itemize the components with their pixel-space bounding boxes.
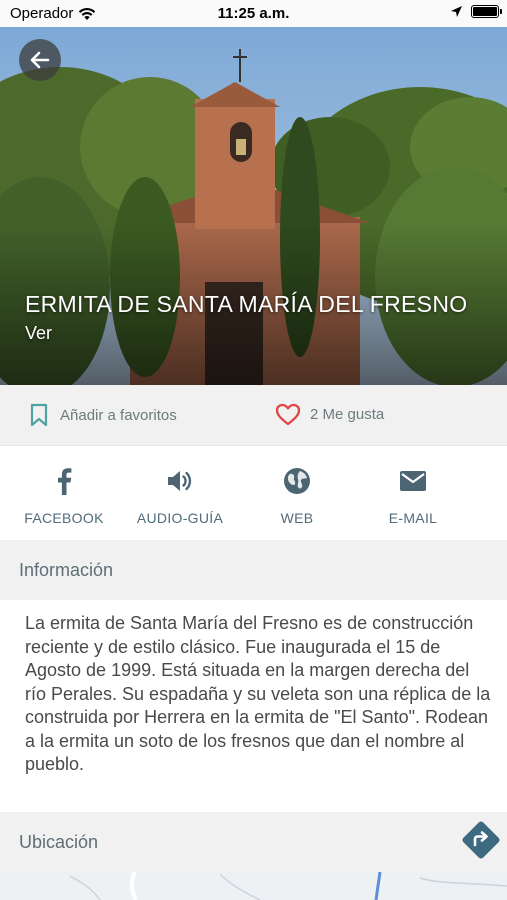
heart-icon <box>275 403 301 426</box>
web-label: WEB <box>280 510 314 526</box>
share-facebook-button[interactable]: FACEBOOK <box>6 466 122 526</box>
globe-icon <box>284 468 310 494</box>
info-section-title: Información <box>19 559 114 580</box>
add-favorite-label: Añadir a favoritos <box>60 406 177 424</box>
like-button[interactable]: 2 Me gusta <box>275 403 384 426</box>
chapel-photo <box>0 27 507 385</box>
status-time: 11:25 a.m. <box>217 5 290 22</box>
web-button[interactable]: WEB <box>239 466 355 526</box>
location-section-title: Ubicación <box>19 831 99 852</box>
directions-icon <box>462 821 500 859</box>
speaker-icon <box>168 471 192 491</box>
arrow-left-icon <box>30 51 50 69</box>
back-button[interactable] <box>19 39 61 81</box>
bookmark-icon <box>30 403 48 427</box>
view-link[interactable]: Ver <box>25 323 52 344</box>
location-section-header: Ubicación <box>0 812 507 872</box>
share-facebook-label: FACEBOOK <box>24 510 104 526</box>
battery-icon <box>471 5 502 18</box>
hero-image: ERMITA DE SANTA MARÍA DEL FRESNO Ver <box>0 27 507 385</box>
info-section-header: Información <box>0 540 507 600</box>
place-title: ERMITA DE SANTA MARÍA DEL FRESNO <box>25 291 468 317</box>
facebook-icon <box>58 468 72 495</box>
audio-guide-button[interactable]: AUDIO-GUÍA <box>122 466 238 526</box>
status-bar: Operador 11:25 a.m. <box>0 0 507 27</box>
audio-guide-label: AUDIO-GUÍA <box>136 510 224 526</box>
info-description: La ermita de Santa María del Fresno es d… <box>25 613 491 774</box>
likes-count-label: 2 Me gusta <box>310 406 385 423</box>
email-button[interactable]: E-MAIL <box>355 466 471 526</box>
location-map[interactable] <box>0 872 507 900</box>
email-label: E-MAIL <box>388 510 438 526</box>
share-row: FACEBOOK AUDIO-GUÍA WEB E-MAIL <box>0 445 507 540</box>
add-favorite-button[interactable]: Añadir a favoritos <box>30 403 177 427</box>
phone-label: TE <box>471 510 507 526</box>
phone-button[interactable]: TE <box>471 466 507 526</box>
directions-button[interactable] <box>460 819 502 861</box>
mail-icon <box>400 471 426 491</box>
map-roads <box>69 872 507 900</box>
actions-row: Añadir a favoritos 2 Me gusta <box>0 385 507 445</box>
status-right <box>450 5 502 18</box>
location-arrow-icon <box>451 6 462 17</box>
